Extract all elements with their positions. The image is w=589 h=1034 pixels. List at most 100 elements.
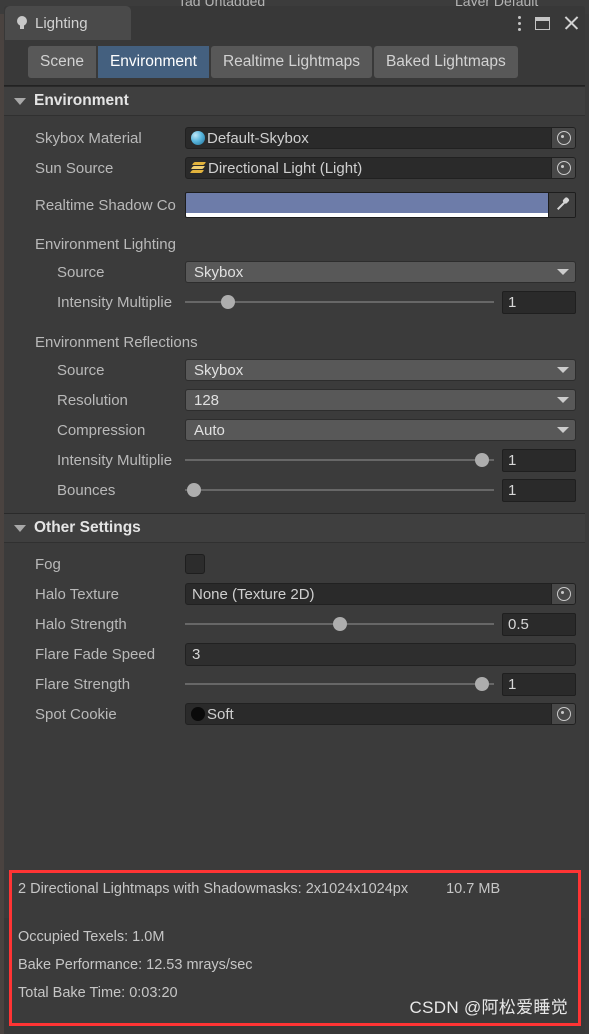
label-sun-source: Sun Source bbox=[35, 159, 114, 177]
halo-texture-value: None (Texture 2D) bbox=[192, 585, 315, 603]
row-env-lighting-source: Source Skybox bbox=[4, 257, 585, 287]
env-reflections-intensity-value[interactable]: 1 bbox=[502, 448, 576, 472]
row-flare-fade-speed: Flare Fade Speed 3 bbox=[4, 639, 585, 669]
env-reflections-resolution-value: 128 bbox=[194, 391, 220, 409]
stat-occupied-texels: Occupied Texels: 1.0M bbox=[18, 929, 165, 945]
sun-source-picker-button[interactable] bbox=[551, 158, 575, 178]
row-sun-source: Sun Source Directional Light (Light) bbox=[4, 153, 585, 183]
realtime-shadow-color-field[interactable] bbox=[185, 192, 576, 218]
color-swatch bbox=[186, 193, 548, 217]
row-env-reflections-source: Source Skybox bbox=[4, 355, 585, 385]
flare-strength-slider[interactable] bbox=[185, 673, 502, 695]
env-lighting-intensity-value[interactable]: 1 bbox=[502, 290, 576, 314]
tab-realtime-lightmaps[interactable]: Realtime Lightmaps bbox=[210, 46, 372, 78]
env-reflections-bounces-slider[interactable] bbox=[185, 479, 502, 501]
label-env-reflections-resolution: Resolution bbox=[57, 391, 128, 409]
label-skybox-material: Skybox Material bbox=[35, 129, 142, 147]
env-reflections-intensity-slider[interactable] bbox=[185, 449, 502, 471]
group-environment-lighting: Environment Lighting bbox=[4, 231, 585, 257]
label-flare-fade-speed: Flare Fade Speed bbox=[35, 645, 156, 663]
label-realtime-shadow-color: Realtime Shadow Co bbox=[35, 196, 176, 214]
bake-stats-annotation-box: 2 Directional Lightmaps with Shadowmasks… bbox=[9, 870, 581, 1026]
kebab-menu-icon[interactable] bbox=[518, 14, 522, 32]
cookie-dot-icon bbox=[191, 707, 205, 721]
row-env-lighting-intensity: Intensity Multiplie 1 bbox=[4, 287, 585, 317]
flare-fade-speed-input[interactable]: 3 bbox=[185, 642, 576, 666]
sun-source-field[interactable]: Directional Light (Light) bbox=[185, 157, 576, 179]
spot-cookie-field[interactable]: Soft bbox=[185, 703, 576, 725]
chevron-down-icon bbox=[557, 427, 569, 433]
halo-strength-slider[interactable] bbox=[185, 613, 502, 635]
fog-checkbox[interactable] bbox=[185, 554, 205, 574]
directional-light-icon bbox=[189, 161, 207, 175]
maximize-icon[interactable] bbox=[535, 16, 550, 30]
chevron-down-icon bbox=[557, 367, 569, 373]
section-header-environment[interactable]: Environment bbox=[4, 86, 585, 116]
halo-texture-picker-button[interactable] bbox=[551, 584, 575, 604]
env-reflections-bounces-value[interactable]: 1 bbox=[502, 478, 576, 502]
slider-handle[interactable] bbox=[332, 617, 347, 631]
label-spot-cookie: Spot Cookie bbox=[35, 705, 117, 723]
tab-baked-lightmaps-label: Baked Lightmaps bbox=[385, 53, 506, 70]
chevron-down-icon bbox=[557, 397, 569, 403]
lightbulb-icon bbox=[15, 15, 29, 31]
skybox-material-picker-button[interactable] bbox=[551, 128, 575, 148]
label-env-lighting-intensity: Intensity Multiplie bbox=[57, 293, 173, 311]
tab-environment[interactable]: Environment bbox=[97, 46, 209, 78]
row-halo-texture: Halo Texture None (Texture 2D) bbox=[4, 579, 585, 609]
close-icon[interactable] bbox=[563, 15, 579, 31]
window-tab-lighting[interactable]: Lighting bbox=[5, 6, 131, 40]
slider-handle[interactable] bbox=[474, 677, 489, 691]
row-halo-strength: Halo Strength 0.5 bbox=[4, 609, 585, 639]
stat-lightmaps-text: 2 Directional Lightmaps with Shadowmasks… bbox=[18, 881, 409, 897]
section-title-other-settings: Other Settings bbox=[34, 519, 141, 536]
chevron-down-icon bbox=[14, 97, 26, 105]
row-env-reflections-compression: Compression Auto bbox=[4, 415, 585, 445]
row-flare-strength: Flare Strength 1 bbox=[4, 669, 585, 699]
row-fog: Fog bbox=[4, 549, 585, 579]
env-lighting-intensity-slider[interactable] bbox=[185, 291, 502, 313]
label-environment-reflections: Environment Reflections bbox=[35, 333, 198, 351]
label-env-reflections-intensity: Intensity Multiplie bbox=[57, 451, 173, 469]
target-picker-icon bbox=[556, 131, 571, 145]
group-environment-reflections: Environment Reflections bbox=[4, 329, 585, 355]
window-titlebar: Lighting bbox=[4, 6, 585, 40]
section-header-other-settings[interactable]: Other Settings bbox=[4, 513, 585, 543]
target-picker-icon bbox=[556, 587, 571, 601]
label-environment-lighting: Environment Lighting bbox=[35, 235, 176, 253]
lighting-settings-body: Environment Skybox Material Default-Skyb… bbox=[4, 86, 585, 876]
env-reflections-source-value: Skybox bbox=[194, 361, 244, 379]
skybox-material-value: Default-Skybox bbox=[207, 129, 309, 147]
row-env-reflections-bounces: Bounces 1 bbox=[4, 475, 585, 505]
spot-cookie-picker-button[interactable] bbox=[551, 704, 575, 724]
chevron-down-icon bbox=[14, 524, 26, 532]
tab-realtime-lightmaps-label: Realtime Lightmaps bbox=[222, 53, 360, 70]
material-sphere-icon bbox=[191, 131, 205, 145]
skybox-material-field[interactable]: Default-Skybox bbox=[185, 127, 576, 149]
slider-handle[interactable] bbox=[474, 453, 489, 467]
halo-strength-value[interactable]: 0.5 bbox=[502, 612, 576, 636]
label-env-lighting-source: Source bbox=[57, 263, 105, 281]
row-realtime-shadow-color: Realtime Shadow Co bbox=[4, 190, 585, 220]
eyedropper-button[interactable] bbox=[548, 193, 575, 217]
row-spot-cookie: Spot Cookie Soft bbox=[4, 699, 585, 729]
section-title-environment: Environment bbox=[34, 92, 129, 109]
slider-handle[interactable] bbox=[221, 295, 236, 309]
env-lighting-source-dropdown[interactable]: Skybox bbox=[185, 261, 576, 283]
label-fog: Fog bbox=[35, 555, 61, 573]
env-reflections-source-dropdown[interactable]: Skybox bbox=[185, 359, 576, 381]
row-env-reflections-resolution: Resolution 128 bbox=[4, 385, 585, 415]
env-reflections-resolution-dropdown[interactable]: 128 bbox=[185, 389, 576, 411]
env-lighting-source-value: Skybox bbox=[194, 263, 244, 281]
slider-handle[interactable] bbox=[187, 483, 202, 497]
tab-scene[interactable]: Scene bbox=[28, 46, 96, 78]
halo-texture-field[interactable]: None (Texture 2D) bbox=[185, 583, 576, 605]
tab-scene-label: Scene bbox=[40, 53, 84, 70]
flare-strength-value[interactable]: 1 bbox=[502, 672, 576, 696]
sun-source-value: Directional Light (Light) bbox=[208, 159, 363, 177]
env-reflections-compression-dropdown[interactable]: Auto bbox=[185, 419, 576, 441]
label-flare-strength: Flare Strength bbox=[35, 675, 131, 693]
tab-baked-lightmaps[interactable]: Baked Lightmaps bbox=[373, 46, 518, 78]
spot-cookie-value: Soft bbox=[207, 705, 234, 723]
env-reflections-compression-value: Auto bbox=[194, 421, 225, 439]
